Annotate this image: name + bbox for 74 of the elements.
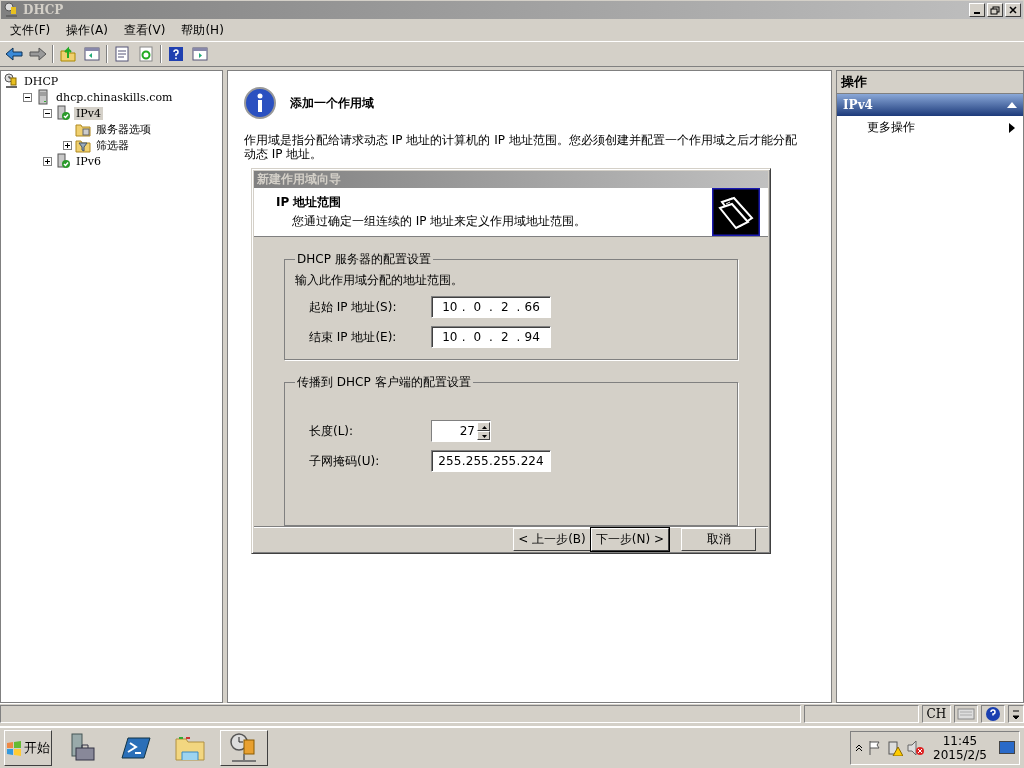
tree-item[interactable]: IPv4 bbox=[74, 106, 103, 120]
length-spinbox[interactable]: 27 bbox=[431, 420, 491, 442]
refresh-icon[interactable] bbox=[136, 44, 156, 64]
speaker-muted-icon[interactable] bbox=[907, 740, 925, 756]
app-icon bbox=[3, 2, 19, 18]
panel-icon[interactable] bbox=[190, 44, 210, 64]
panel-icon[interactable] bbox=[82, 44, 102, 64]
help-icon[interactable] bbox=[166, 44, 186, 64]
ip-address-field[interactable]: 10 . 0 . 2 . 66 bbox=[431, 296, 551, 318]
filter-icon bbox=[75, 137, 91, 153]
field-label: 子网掩码(U): bbox=[308, 452, 381, 470]
spin-down-icon[interactable] bbox=[477, 431, 490, 440]
tree-item[interactable]: IPv6 bbox=[74, 154, 103, 168]
spin-up-icon[interactable] bbox=[477, 422, 490, 431]
chevron-icon[interactable] bbox=[855, 744, 863, 752]
wizard-button[interactable]: < 上一步(B) bbox=[513, 527, 591, 551]
field-label: 结束 IP 地址(E): bbox=[308, 328, 398, 346]
description-text: 作用域是指分配给请求动态 IP 地址的计算机的 IP 地址范围。您必须创建并配置一个作用域之后才能分配动态 IP 地址。 bbox=[244, 133, 798, 161]
properties-icon[interactable] bbox=[112, 44, 132, 64]
network-warning-icon[interactable] bbox=[887, 740, 903, 756]
close-icon bbox=[1009, 6, 1017, 14]
ip-address-field[interactable]: 10 . 0 . 2 . 94 bbox=[431, 326, 551, 348]
flag-icon[interactable] bbox=[867, 740, 883, 756]
expand-toggle[interactable] bbox=[63, 140, 72, 150]
server-icon bbox=[35, 89, 51, 105]
group-legend: 传播到 DHCP 客户端的配置设置 bbox=[295, 374, 473, 391]
forward-arrow-icon[interactable] bbox=[28, 44, 48, 64]
minimize-button[interactable] bbox=[969, 3, 985, 17]
server-check-icon bbox=[55, 153, 71, 169]
field-label: 长度(L): bbox=[308, 422, 355, 440]
menu-item[interactable]: 文件(F) bbox=[2, 21, 59, 39]
start-button[interactable]: 开始 bbox=[4, 730, 52, 766]
page-title: IP 地址范围 bbox=[276, 194, 343, 211]
info-icon bbox=[244, 87, 276, 119]
tree-item[interactable]: DHCP bbox=[22, 74, 61, 88]
help-icon[interactable] bbox=[981, 705, 1006, 723]
show-desktop-icon[interactable] bbox=[999, 741, 1015, 755]
close-button[interactable] bbox=[1005, 3, 1021, 17]
folder-options-icon bbox=[75, 121, 91, 137]
content-heading: 添加一个作用域 bbox=[290, 94, 374, 112]
start-logo-icon bbox=[6, 740, 22, 756]
server-clock-icon bbox=[3, 73, 19, 89]
menu-item[interactable]: 查看(V) bbox=[115, 21, 174, 39]
menu-item[interactable]: 帮助(H) bbox=[173, 21, 232, 39]
tree-item[interactable]: 筛选器 bbox=[94, 137, 131, 153]
caret-right-icon bbox=[1009, 122, 1015, 133]
page-subtitle: 您通过确定一组连续的 IP 地址来定义作用域地址范围。 bbox=[291, 213, 587, 230]
group-intro: 输入此作用域分配的地址范围。 bbox=[295, 273, 463, 287]
restore-icon bbox=[990, 5, 1000, 15]
back-arrow-icon[interactable] bbox=[4, 44, 24, 64]
plus-icon bbox=[44, 157, 51, 165]
caret-up-icon bbox=[1007, 102, 1017, 108]
group-legend: DHCP 服务器的配置设置 bbox=[295, 251, 433, 268]
ip-address-field[interactable]: 255.255.255.224 bbox=[431, 450, 551, 472]
menu-item[interactable]: 操作(A) bbox=[58, 21, 116, 39]
expand-toggle[interactable] bbox=[43, 156, 52, 166]
tree-item[interactable]: dhcp.chinaskills.com bbox=[54, 90, 175, 104]
tree-item[interactable]: 服务器选项 bbox=[94, 121, 153, 137]
collapse-toggle[interactable] bbox=[43, 108, 52, 118]
options-icon[interactable] bbox=[1008, 705, 1024, 723]
action-item[interactable]: 更多操作 bbox=[837, 116, 1023, 139]
server-check-icon bbox=[55, 105, 71, 121]
wizard-button[interactable]: 取消 bbox=[681, 527, 756, 551]
actions-header: 操作 bbox=[837, 71, 1023, 94]
collapse-toggle[interactable] bbox=[23, 92, 32, 102]
restore-button[interactable] bbox=[987, 3, 1003, 17]
wizard-button[interactable]: 下一步(N) > bbox=[590, 527, 669, 551]
window-title: DHCP bbox=[23, 3, 64, 17]
dialog-title: 新建作用域向导 bbox=[257, 171, 341, 188]
actions-section[interactable]: IPv4 bbox=[837, 94, 1023, 116]
keyboard-icon[interactable] bbox=[954, 705, 979, 723]
field-label: 起始 IP 地址(S): bbox=[308, 298, 398, 316]
language-indicator[interactable]: CH bbox=[921, 705, 952, 723]
plus-icon bbox=[64, 141, 71, 149]
